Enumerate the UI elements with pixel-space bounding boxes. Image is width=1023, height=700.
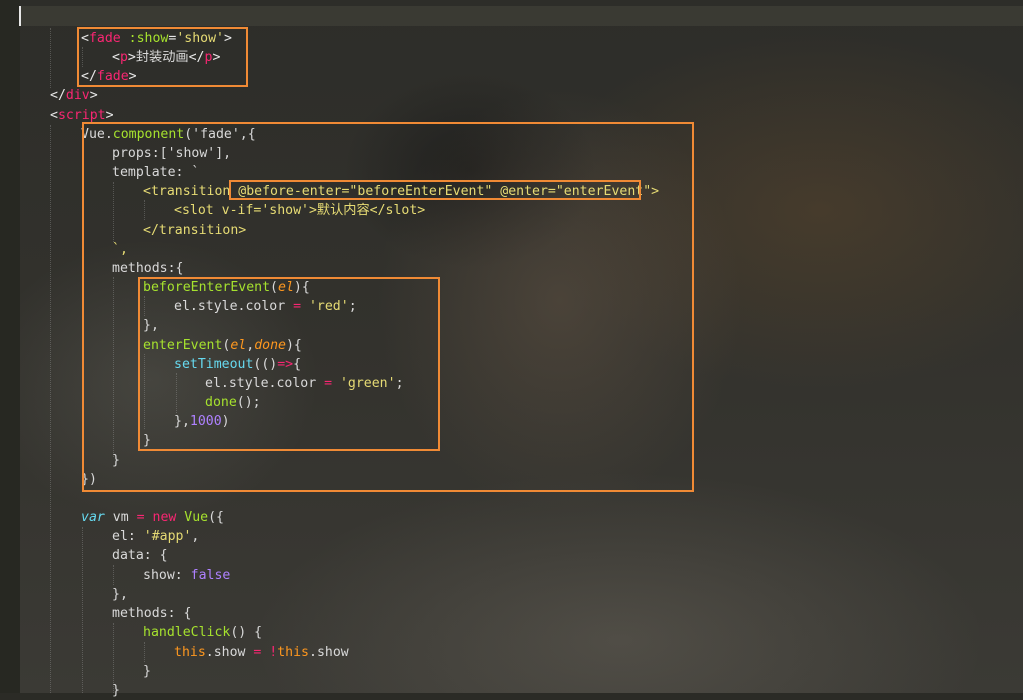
indent-guide (50, 28, 52, 88)
annotation-box-hook-methods (138, 277, 440, 451)
code-line: } (143, 664, 151, 679)
code-line: handleClick() { (143, 625, 263, 640)
code-line: show: false (143, 568, 231, 583)
code-line: data: { (112, 548, 168, 563)
current-line-highlight (20, 6, 1023, 26)
indent-guide (50, 125, 52, 693)
code-line: el: '#app', (112, 529, 200, 544)
annotation-box-fade-usage (77, 27, 248, 87)
code-line: methods: { (112, 606, 192, 621)
indent-guide (82, 527, 84, 693)
annotation-box-transition-hooks (229, 180, 641, 200)
code-line: } (112, 683, 120, 698)
editor-gutter (0, 0, 20, 693)
code-line: this.show = !this.show (174, 645, 349, 660)
code-line: var vm = new Vue({ (81, 510, 224, 525)
indent-guide (113, 565, 115, 585)
indent-guide (144, 642, 146, 662)
code-line: }, (112, 587, 128, 602)
text-cursor (19, 6, 21, 26)
code-line: </div> (50, 88, 98, 103)
